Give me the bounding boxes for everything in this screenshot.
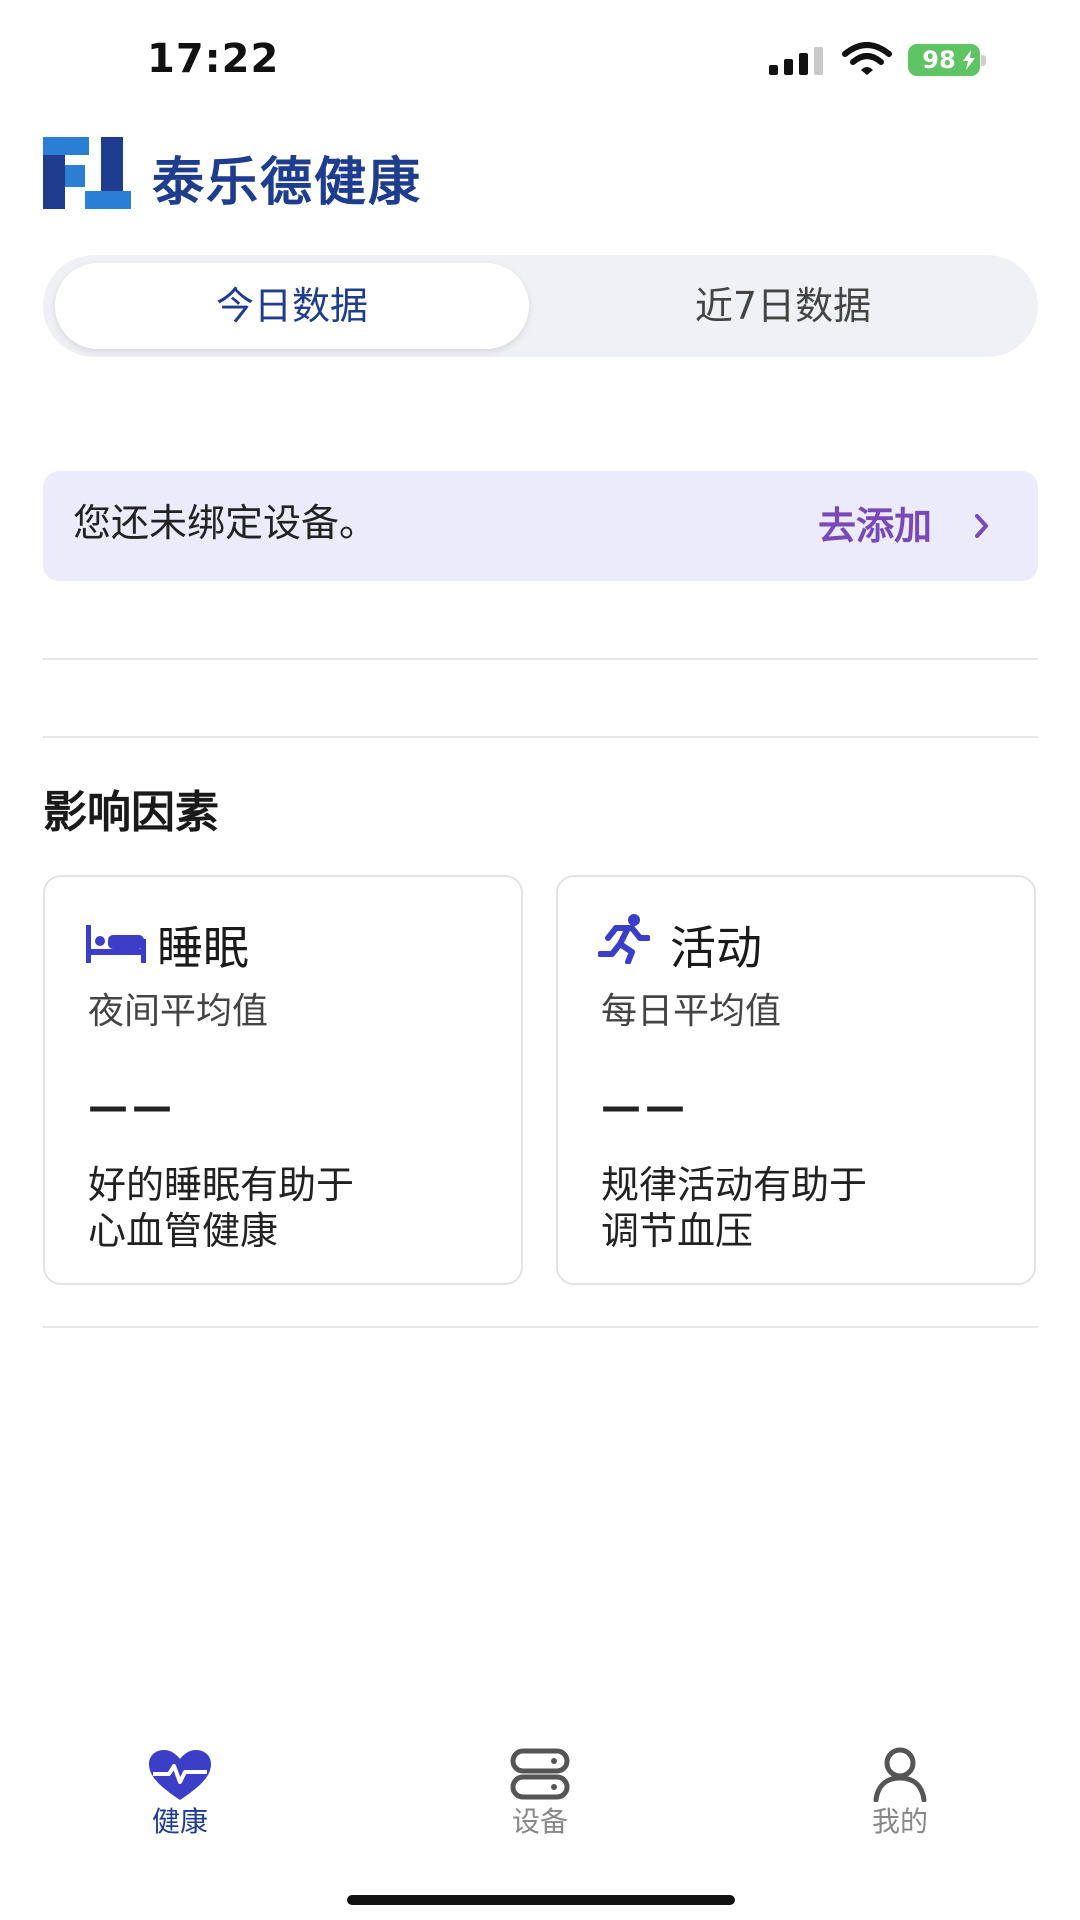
wifi-icon	[842, 42, 892, 75]
nav-label-mine: 我的	[871, 1805, 928, 1838]
brand-logo	[43, 137, 131, 209]
nav-label-device: 设备	[511, 1805, 568, 1838]
description-line: 规律活动有助于	[601, 1163, 868, 1207]
heart-pulse-icon	[149, 1750, 211, 1800]
activity-card-subtitle: 每日平均值	[601, 991, 782, 1032]
divider	[43, 1326, 1038, 1328]
activity-card-description: 规律活动有助于 调节血压	[601, 1162, 867, 1254]
activity-card-value: ——	[601, 1084, 689, 1130]
tab-today[interactable]: 今日数据	[55, 263, 529, 349]
tab-last-7-days[interactable]: 近7日数据	[538, 263, 1028, 349]
sleep-card-title: 睡眠	[157, 921, 249, 975]
sleep-card-description: 好的睡眠有助于 心血管健康	[88, 1162, 354, 1254]
brand-name: 泰乐德健康	[152, 153, 423, 213]
status-time: 17:22	[147, 36, 280, 82]
home-indicator[interactable]	[347, 1895, 735, 1905]
user-icon	[873, 1747, 927, 1802]
banner-message: 您还未绑定设备。	[73, 501, 378, 545]
chevron-right-icon	[975, 514, 988, 538]
sleep-card-subtitle: 夜间平均值	[88, 991, 269, 1032]
activity-card-title: 活动	[670, 921, 762, 975]
factors-title: 影响因素	[43, 787, 219, 838]
device-icon	[510, 1748, 570, 1800]
description-line: 好的睡眠有助于	[88, 1163, 355, 1207]
description-line: 调节血压	[601, 1209, 754, 1253]
sleep-card-value: ——	[88, 1084, 176, 1130]
battery-indicator: 98	[908, 44, 986, 76]
description-line: 心血管健康	[88, 1209, 279, 1253]
bed-icon	[86, 925, 146, 963]
cellular-signal-icon	[769, 47, 823, 75]
battery-level: 98	[922, 46, 956, 74]
running-icon	[598, 914, 650, 964]
add-device-link[interactable]: 去添加	[818, 471, 932, 581]
nav-label-health: 健康	[151, 1805, 208, 1838]
divider	[43, 736, 1038, 738]
charging-bolt-icon	[963, 50, 975, 70]
divider	[43, 658, 1038, 660]
